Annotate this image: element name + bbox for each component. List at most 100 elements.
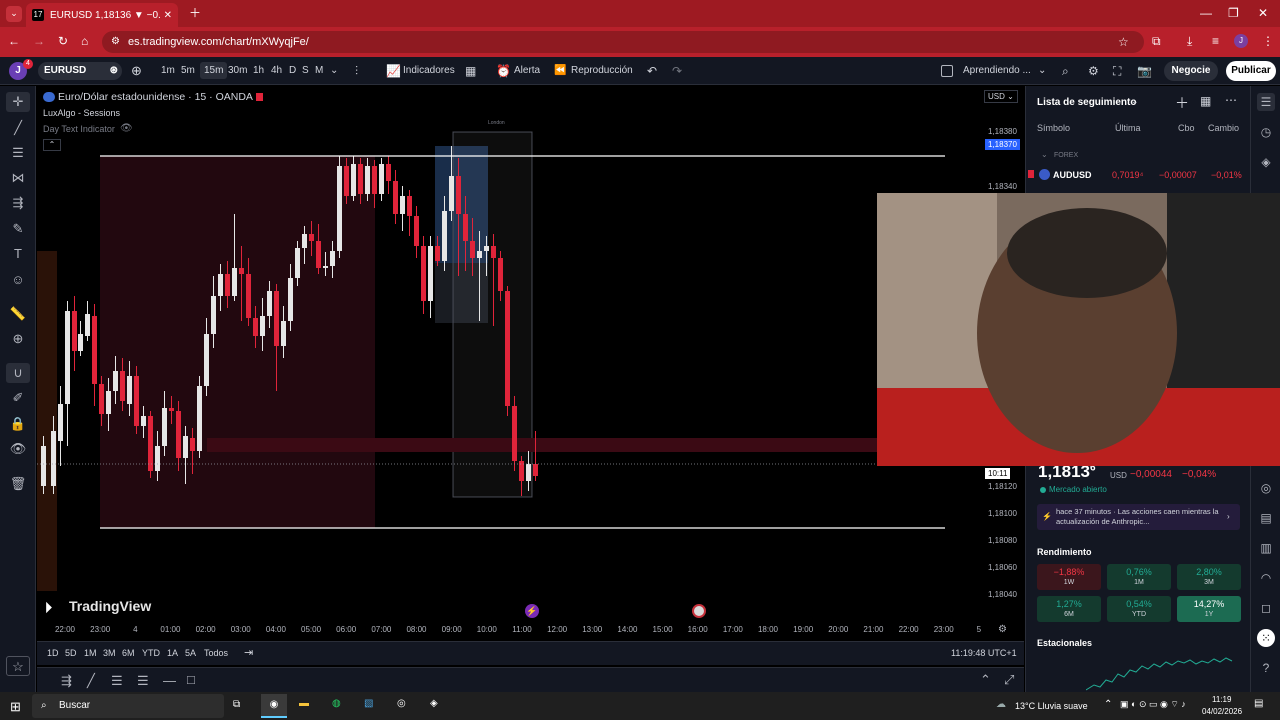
watchlist-icon[interactable]: ☰ <box>1257 93 1275 111</box>
close-window-icon[interactable]: ✕ <box>1258 6 1268 20</box>
replay-icon[interactable]: ⏪ <box>554 57 566 85</box>
restore-window-icon[interactable]: ❐ <box>1228 6 1239 20</box>
layers-icon[interactable]: ◈ <box>1257 153 1275 171</box>
stay-in-drawing-icon[interactable]: ✐ <box>6 388 30 408</box>
tray-overflow-icon[interactable]: ⌃ <box>1104 699 1112 710</box>
alert-button[interactable]: Alerta <box>514 57 540 85</box>
line-tool-icon[interactable]: ╱ <box>87 673 95 689</box>
whatsapp-icon[interactable]: ◍ <box>332 698 341 709</box>
add-symbol-icon[interactable]: ＋ <box>1175 93 1189 113</box>
bookmark-star-icon[interactable]: ☆ <box>1118 35 1129 49</box>
media-icon[interactable]: ≡ <box>1212 34 1219 48</box>
performance-cell-1w[interactable]: −1,88% 1W <box>1037 564 1101 590</box>
forward-icon[interactable]: → <box>33 34 45 48</box>
crosshair-icon[interactable]: ✛ <box>6 92 30 112</box>
obs-icon[interactable]: ◎ <box>397 698 406 709</box>
col-last[interactable]: Última <box>1115 123 1141 133</box>
indicator-day-text[interactable]: Day Text Indicator <box>43 124 115 134</box>
hide-indicator-icon[interactable]: 👁 <box>120 123 133 134</box>
replay-button[interactable]: Reproducción <box>571 57 633 85</box>
clock-label[interactable]: 11:19:48 UTC+1 <box>951 648 1017 658</box>
range-1m[interactable]: 1M <box>84 648 97 658</box>
app2-icon[interactable]: ◈ <box>430 698 438 709</box>
watchlist-dropdown-icon[interactable]: ⌄ <box>1131 96 1139 107</box>
chart-pane[interactable]: Euro/Dólar estadounidense · 15 · OANDA L… <box>37 86 1024 664</box>
reload-icon[interactable]: ↻ <box>58 34 68 48</box>
windows-start-icon[interactable]: ⊞ <box>10 699 21 715</box>
close-tab-icon[interactable]: ✕ <box>164 10 172 21</box>
minimize-window-icon[interactable]: — <box>1200 6 1212 20</box>
timeframe-m[interactable]: M <box>315 57 323 85</box>
time-axis[interactable]: 22:00 23:00 4 01:00 02:00 03:00 04:00 05:00 06:0… <box>37 621 987 639</box>
timeframe-1m[interactable]: 1m <box>161 57 175 85</box>
visibility-icon[interactable]: 👁 <box>6 439 30 459</box>
time-axis-settings-icon[interactable]: ⚙ <box>998 624 1007 635</box>
file-explorer-icon[interactable]: ▬ <box>299 698 309 709</box>
chat-icon[interactable]: ◻ <box>1257 599 1275 617</box>
chart-title[interactable]: Euro/Dólar estadounidense · 15 · OANDA <box>58 91 253 103</box>
app-icon[interactable]: ▧ <box>364 698 373 709</box>
range-1a[interactable]: 1A <box>167 648 178 658</box>
tray-icons[interactable]: ▣ ◐ ⊙ ▭ ◉ ⌔ ♪ <box>1120 699 1186 710</box>
selected-timeframe[interactable]: 15m <box>200 62 228 79</box>
hline-tool-icon[interactable]: — <box>163 673 176 688</box>
performance-cell-6m[interactable]: 1,27% 6M <box>1037 596 1101 622</box>
task-view-icon[interactable]: ⧉ <box>233 699 240 710</box>
range-6m[interactable]: 6M <box>122 648 135 658</box>
timeframe-d[interactable]: D <box>289 57 296 85</box>
news-card[interactable]: ⚡ hace 37 minutos · Las acciones caen mi… <box>1037 504 1240 530</box>
col-symbol[interactable]: Símbolo <box>1037 123 1070 133</box>
profile-avatar[interactable]: J <box>1234 34 1248 48</box>
calendar-icon[interactable]: ▥ <box>1257 539 1275 557</box>
parallel-tool-icon[interactable]: ☰ <box>137 673 149 689</box>
performance-cell-ytd[interactable]: 0,54% YTD <box>1107 596 1171 622</box>
download-icon[interactable]: ⤓ <box>1187 34 1192 48</box>
performance-cell-1y[interactable]: 14,27% 1Y <box>1177 596 1241 622</box>
range-1d[interactable]: 1D <box>47 648 59 658</box>
fib-retracement-icon[interactable]: ☰ <box>6 143 30 163</box>
apps-grid-icon[interactable]: ⁙ <box>1257 629 1275 647</box>
projection-icon[interactable]: ⇶ <box>6 193 30 213</box>
settings-icon[interactable]: ⚙ <box>1088 57 1099 85</box>
group-collapse-icon[interactable]: ⌄ <box>1041 150 1048 159</box>
watchlist-layout-icon[interactable]: ▦ <box>1200 94 1211 108</box>
event-flag-icon[interactable] <box>692 604 706 618</box>
back-icon[interactable]: ← <box>8 34 20 48</box>
seasonal-chart[interactable] <box>1086 652 1236 692</box>
alerts-clock-icon[interactable]: ◷ <box>1257 123 1275 141</box>
layout-icon[interactable] <box>941 65 953 77</box>
range-5d[interactable]: 5D <box>65 648 77 658</box>
watchlist-row[interactable]: AUDUSD 0,7019⁴ −0,00007 −0,01% <box>1026 166 1251 184</box>
date-range-icon[interactable]: ⇥ <box>244 646 253 659</box>
performance-cell-1m[interactable]: 0,76% 1M <box>1107 564 1171 590</box>
home-icon[interactable]: ⌂ <box>81 34 88 48</box>
emoji-icon[interactable]: ☺ <box>6 270 30 290</box>
indicators-icon[interactable]: 📈 <box>386 57 401 85</box>
taskbar-search[interactable]: ⌕ Buscar <box>32 694 224 718</box>
timeframe-s[interactable]: S <box>302 57 309 85</box>
new-tab-icon[interactable]: ＋ <box>189 6 201 20</box>
trendline-icon[interactable]: ╱ <box>6 118 30 138</box>
timeframe-5m[interactable]: 5m <box>181 57 195 85</box>
trash-icon[interactable]: 🗑 <box>6 474 30 494</box>
site-info-icon[interactable]: ⚙ <box>111 35 120 49</box>
ruler-icon[interactable]: 📏 <box>6 304 30 324</box>
ideas-icon[interactable]: ◎ <box>1257 479 1275 497</box>
zoom-in-icon[interactable]: ⊕ <box>6 329 30 349</box>
weather-text[interactable]: 13°C Lluvia suave <box>1015 701 1088 711</box>
add-symbol-icon[interactable]: ⊕ <box>131 57 142 85</box>
group-forex[interactable]: FOREX <box>1054 152 1078 159</box>
event-lightning-icon[interactable]: ⚡ <box>525 604 539 618</box>
undo-icon[interactable]: ↶ <box>647 57 657 85</box>
symbol-search[interactable]: EURUSD ⊛ <box>38 62 122 80</box>
timeframe-1h[interactable]: 1h <box>253 57 264 85</box>
range-3m[interactable]: 3M <box>103 648 116 658</box>
text-icon[interactable]: T <box>6 244 30 264</box>
stream-icon[interactable]: ◠ <box>1257 569 1275 587</box>
address-bar[interactable]: ⚙ es.tradingview.com/chart/mXWyqjFe/ ☆ <box>102 31 1144 53</box>
rectangle-tool-icon[interactable]: □ <box>187 672 195 687</box>
quick-search-icon[interactable]: ⌕ <box>1062 57 1069 85</box>
magnet-icon[interactable]: ∪ <box>6 363 30 383</box>
trade-button[interactable]: Negocie <box>1164 61 1218 81</box>
indicators-button[interactable]: Indicadores <box>403 57 455 85</box>
